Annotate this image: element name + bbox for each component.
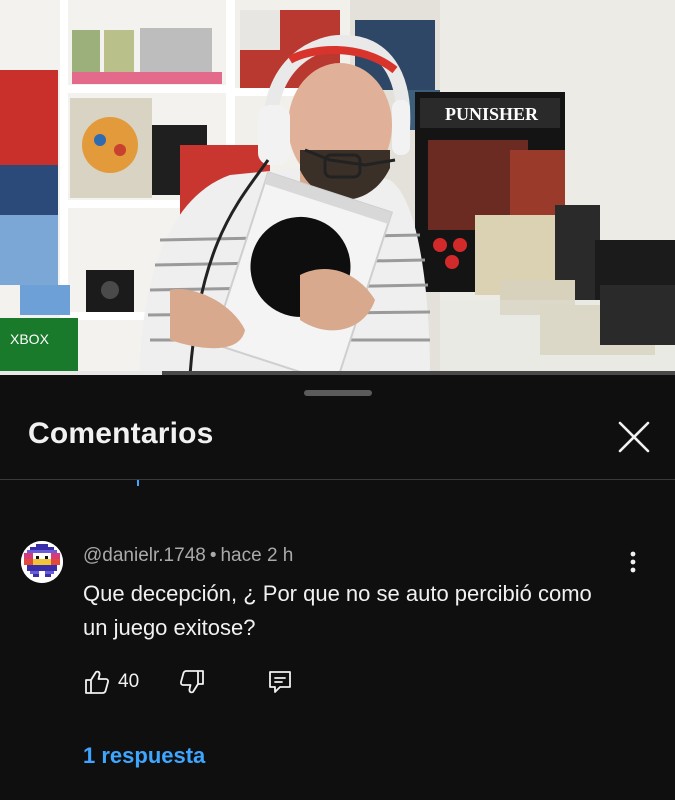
avatar[interactable] [21, 541, 63, 583]
dislike-button[interactable] [178, 668, 206, 696]
view-replies-link[interactable]: 1 respuesta [83, 743, 205, 769]
close-button[interactable] [612, 415, 656, 459]
header-divider [0, 479, 675, 480]
drag-handle[interactable] [304, 390, 372, 396]
thumbs-down-icon [179, 670, 204, 694]
more-vertical-icon [630, 551, 636, 573]
tab-indicator [137, 480, 139, 486]
comment-text: Que decepción, ¿ Por que no se auto perc… [83, 581, 592, 640]
comment-time: hace 2 h [220, 545, 294, 566]
meta-separator: • [209, 545, 217, 566]
comments-panel: Comentarios @danielr.1748 • hace 2 h Que… [0, 375, 675, 800]
like-button[interactable] [83, 668, 111, 696]
comment-more-button[interactable] [618, 547, 648, 577]
panel-title: Comentarios [28, 417, 214, 450]
reply-button[interactable] [266, 668, 294, 696]
reply-comment-icon [269, 671, 291, 693]
xbox-box-label: XBOX [10, 331, 50, 347]
close-icon [618, 421, 650, 453]
like-count: 40 [118, 671, 140, 692]
comment-author[interactable]: @danielr.1748 [83, 545, 206, 566]
video-player[interactable]: XBOX PUNISHER [0, 0, 675, 375]
comment-meta: @danielr.1748 • hace 2 h [83, 545, 293, 567]
video-frame: XBOX PUNISHER [0, 0, 675, 375]
thumbs-up-icon [85, 670, 110, 694]
arcade-sign-label: PUNISHER [445, 104, 539, 124]
pixel-avatar-icon [21, 541, 63, 583]
